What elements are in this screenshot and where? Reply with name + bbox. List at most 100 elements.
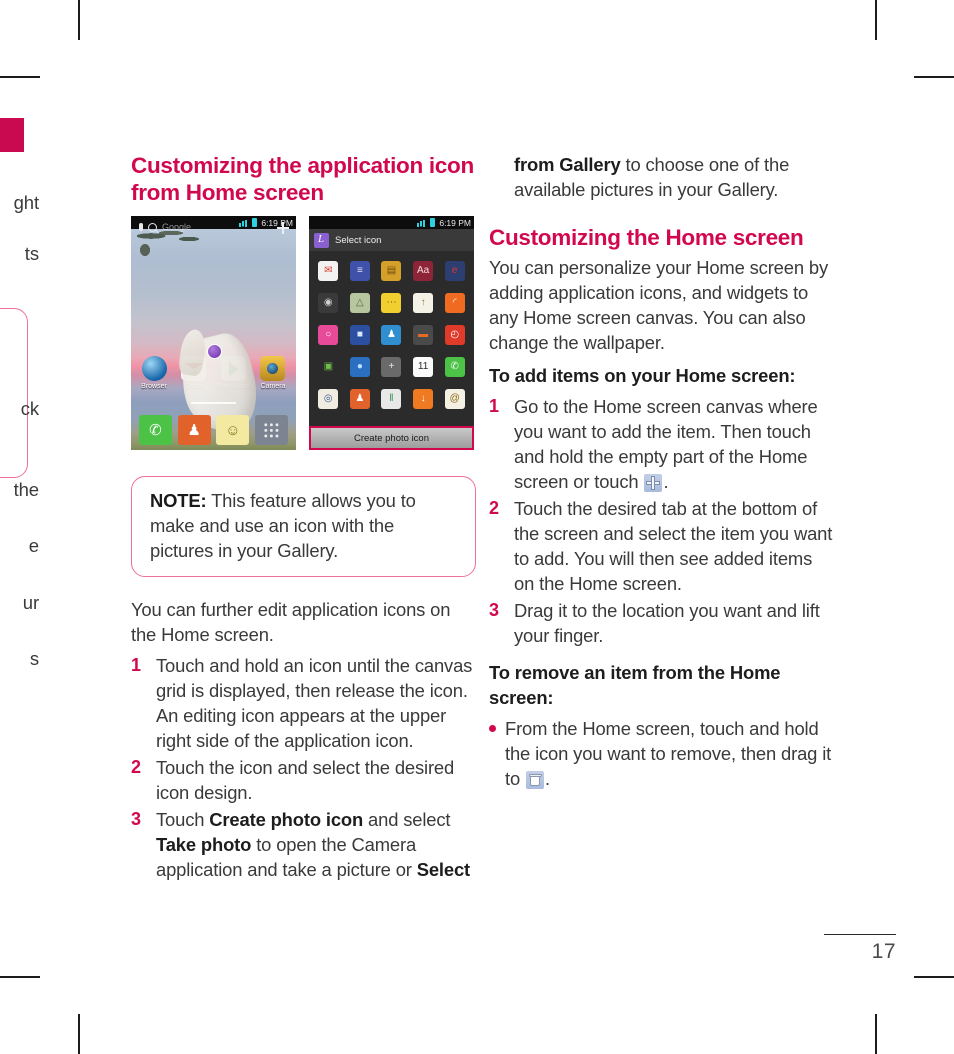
home-dock: ✆ ♟ ☺ bbox=[131, 412, 296, 448]
camera-icon[interactable]: ◎ bbox=[318, 388, 339, 409]
right-column: from Gallery to choose one of the availa… bbox=[489, 152, 834, 791]
plus-icon bbox=[644, 474, 663, 492]
icon-choice-grid: ✉ ≡ ▤ Aa e ◉ △ ⋯ ↑ ◜ ○ ■ ♟ ▬ ◴ ▣ ● +11 ✆ ◎ ♟ ‖ ↓ @ bbox=[315, 256, 468, 413]
left-column: Customizing the application icon from Ho… bbox=[131, 152, 476, 884]
palm-leaf-decoration bbox=[137, 230, 201, 268]
download-icon[interactable]: ↓ bbox=[413, 388, 434, 409]
page-title: Customizing the application icon from Ho… bbox=[131, 153, 474, 205]
microphone-icon bbox=[139, 223, 143, 231]
bullet-text-post: . bbox=[545, 768, 550, 789]
dock-phone-icon[interactable]: ✆ bbox=[138, 415, 172, 445]
edit-icon-badge bbox=[207, 344, 222, 359]
signal-icon bbox=[417, 218, 428, 227]
step-text-pre: Touch bbox=[156, 809, 210, 830]
dock-messaging-icon[interactable]: ☺ bbox=[216, 415, 250, 445]
list-item: 3 Touch Create photo icon and select Tak… bbox=[131, 807, 476, 882]
step-number: 2 bbox=[131, 757, 141, 777]
step-number: 2 bbox=[489, 498, 499, 518]
call-log-icon[interactable]: ✆ bbox=[444, 356, 465, 377]
ebook-icon[interactable]: e bbox=[444, 260, 465, 281]
note-callout: NOTE: This feature allows you to make an… bbox=[131, 476, 476, 577]
screenshot-figure: 6:19 PM Google Browser Gmail bbox=[131, 216, 476, 454]
left-steps-list: 1 Touch and hold an icon until the canva… bbox=[131, 653, 476, 882]
continuation-emphasis: from Gallery bbox=[514, 154, 621, 175]
list-item: 2 Touch the desired tab at the bottom of… bbox=[489, 496, 834, 596]
select-icon-screenshot: 6:19 PM Select icon ✉ ≡ ▤ Aae ◉ △ ⋯ ↑ ◜ ○ ■ ♟ ▬ ◴ ▣ ● +1… bbox=[309, 216, 474, 450]
dock-contacts-icon[interactable]: ♟ bbox=[177, 415, 211, 445]
browser-icon bbox=[141, 356, 167, 381]
left-intro-paragraph: You can further edit application icons o… bbox=[131, 599, 451, 645]
google-search-widget[interactable]: Google bbox=[135, 220, 253, 234]
note-text: NOTE: This feature allows you to make an… bbox=[150, 488, 459, 563]
list-item: 2 Touch the icon and select the desired … bbox=[131, 755, 476, 805]
home-screen-screenshot: 6:19 PM Google Browser Gmail bbox=[131, 216, 296, 450]
battery-icon bbox=[252, 218, 258, 227]
step-number: 1 bbox=[131, 655, 141, 675]
list-item: 3 Drag it to the location you want and l… bbox=[489, 598, 834, 648]
calendar-icon[interactable]: 11 bbox=[413, 356, 434, 377]
calculator-icon[interactable]: + bbox=[381, 356, 402, 377]
bullet-text-pre: From the Home screen, touch and hold the… bbox=[505, 718, 832, 789]
step-number: 1 bbox=[489, 396, 499, 416]
app-label: Browser bbox=[141, 383, 167, 390]
at-mail-icon[interactable]: @ bbox=[444, 388, 465, 409]
page-indicator bbox=[191, 402, 236, 404]
social-group-icon[interactable]: ♟ bbox=[381, 324, 402, 345]
email-check-icon[interactable]: ✉ bbox=[318, 260, 339, 281]
subheading-remove-item: To remove an item from the Home screen: bbox=[489, 662, 781, 708]
manual-page: Customizing the application icon from Ho… bbox=[0, 0, 954, 1054]
step-text-mid: and select bbox=[363, 809, 451, 830]
dock-apps-grid-icon[interactable] bbox=[255, 415, 289, 445]
search-photo-icon[interactable]: ○ bbox=[318, 324, 339, 345]
gallery-icon[interactable]: ▣ bbox=[318, 356, 339, 377]
search-icon bbox=[148, 222, 157, 232]
subheading-add-items: To add items on your Home screen: bbox=[489, 365, 796, 386]
step-emphasis: Create photo icon bbox=[209, 809, 364, 830]
contacts-icon[interactable]: ♟ bbox=[349, 388, 370, 409]
section-heading-home-screen: Customizing the Home screen bbox=[489, 225, 804, 250]
color-bars-icon[interactable]: ‖ bbox=[381, 388, 402, 409]
home-app-item[interactable]: Camera bbox=[256, 356, 290, 390]
wallet-icon[interactable]: ▤ bbox=[381, 260, 402, 281]
step-text: Drag it to the location you want and lif… bbox=[514, 600, 820, 646]
step-emphasis: Take photo bbox=[156, 834, 252, 855]
app-label: Camera bbox=[260, 383, 286, 390]
list-item: From the Home screen, touch and hold the… bbox=[489, 716, 834, 791]
dictionary-icon[interactable]: Aa bbox=[413, 260, 434, 281]
alarm-clock-icon[interactable]: ◴ bbox=[444, 324, 465, 345]
step-number: 3 bbox=[131, 809, 141, 829]
step-text: Touch the desired tab at the bottom of t… bbox=[514, 498, 833, 594]
page-number: 17 bbox=[871, 940, 896, 963]
step-number: 3 bbox=[489, 600, 499, 620]
list-item: 1 Touch and hold an icon until the canva… bbox=[131, 653, 476, 753]
transit-icon[interactable]: ▬ bbox=[413, 324, 434, 345]
lg-logo-icon bbox=[314, 232, 329, 248]
camera-icon bbox=[260, 356, 286, 381]
list-item: 1 Go to the Home screen canvas where you… bbox=[489, 394, 834, 494]
note-label: NOTE: bbox=[150, 490, 207, 511]
create-photo-icon-button[interactable]: Create photo icon bbox=[309, 426, 474, 450]
restaurant-icon[interactable]: ↑ bbox=[413, 292, 434, 313]
status-bar: 6:19 PM bbox=[309, 216, 474, 229]
status-clock: 6:19 PM bbox=[439, 217, 471, 228]
fitness-icon[interactable]: ≡ bbox=[349, 260, 370, 281]
rss-icon[interactable]: ◜ bbox=[444, 292, 465, 313]
add-item-plus-icon[interactable] bbox=[277, 222, 289, 234]
step-emphasis: Select bbox=[416, 859, 471, 880]
maps-icon[interactable]: △ bbox=[349, 292, 370, 313]
right-intro-paragraph: You can personalize your Home screen by … bbox=[489, 257, 829, 353]
trash-icon bbox=[526, 771, 544, 789]
home-app-item[interactable]: Browser bbox=[137, 356, 171, 390]
picker-title-bar: Select icon bbox=[309, 229, 474, 251]
step-text-post: . bbox=[663, 471, 669, 492]
shopping-cart-icon[interactable]: ■ bbox=[349, 324, 370, 345]
trash-can bbox=[530, 776, 540, 786]
bullet-marker bbox=[489, 725, 496, 732]
footer-rule bbox=[824, 933, 896, 935]
step-text: Touch and hold an icon until the canvas … bbox=[156, 655, 473, 751]
gamepad-icon[interactable]: ◉ bbox=[318, 292, 339, 313]
add-items-steps-list: 1 Go to the Home screen canvas where you… bbox=[489, 394, 834, 648]
globe-icon[interactable]: ● bbox=[349, 356, 370, 377]
remove-item-bullets: From the Home screen, touch and hold the… bbox=[489, 716, 834, 791]
chat-bubble-icon[interactable]: ⋯ bbox=[381, 292, 402, 313]
